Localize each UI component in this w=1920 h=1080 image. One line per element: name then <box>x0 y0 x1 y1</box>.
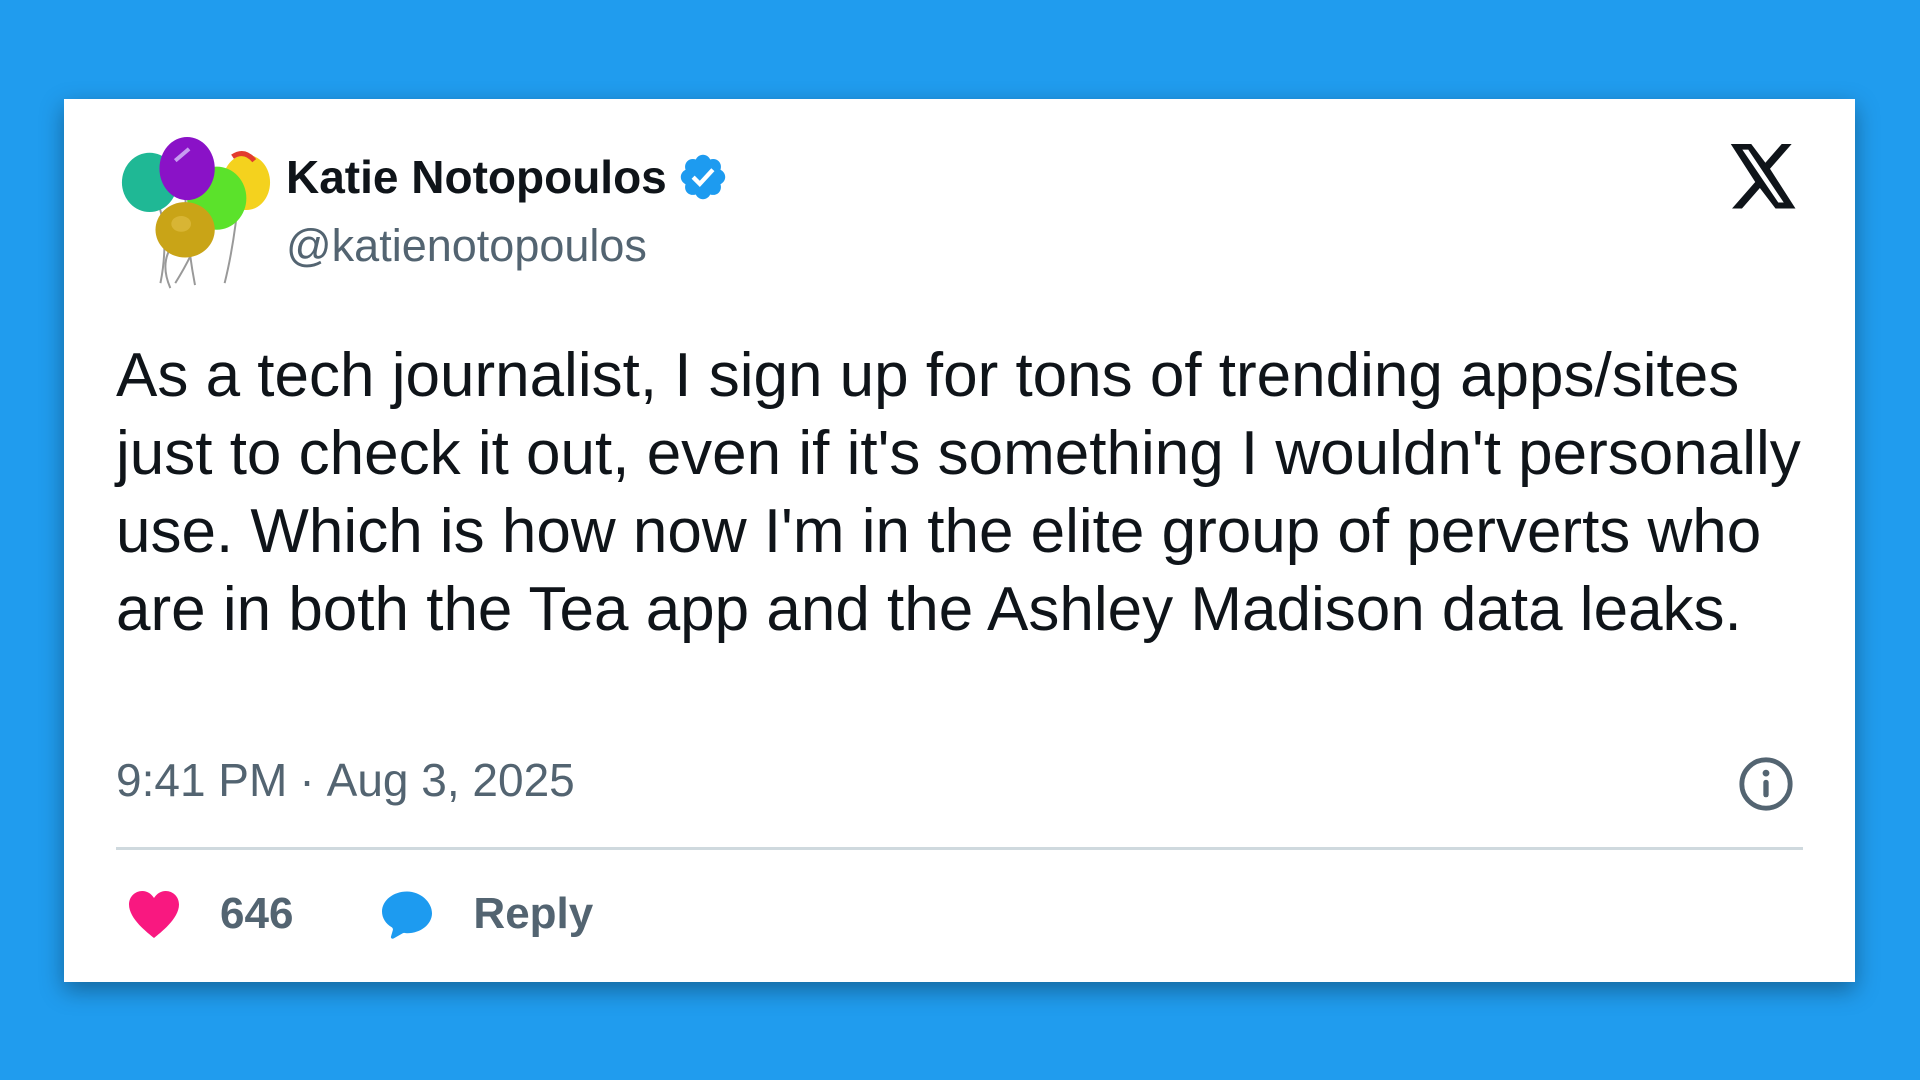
balloons-avatar-icon <box>121 136 271 289</box>
tweet-timestamp[interactable]: 9:41 PM · Aug 3, 2025 <box>116 757 575 803</box>
tweet-date[interactable]: Aug 3, 2025 <box>327 757 575 803</box>
reply-bubble-icon <box>382 891 433 939</box>
author-display-name[interactable]: Katie Notopoulos <box>286 154 667 200</box>
like-button[interactable]: 646 <box>124 884 293 944</box>
verified-badge-icon <box>680 154 725 200</box>
reply-label[interactable]: Reply <box>473 889 593 939</box>
tweet-text: As a tech journalist, I sign up for tons… <box>116 341 1801 644</box>
tweet-actions: 646 Reply <box>124 881 593 947</box>
timestamp-separator: · <box>299 754 315 806</box>
like-count[interactable]: 646 <box>220 889 293 939</box>
heart-icon <box>129 891 179 938</box>
tweet-time[interactable]: 9:41 PM <box>116 757 287 803</box>
author-handle[interactable]: @katienotopoulos <box>286 223 647 268</box>
divider <box>116 847 1803 850</box>
reply-button[interactable]: Reply <box>377 884 593 944</box>
tweet-card: Katie Notopoulos @katienotopoulos As a t… <box>64 99 1855 982</box>
author-avatar[interactable] <box>116 135 274 293</box>
info-icon[interactable] <box>1737 755 1795 813</box>
x-logo-icon[interactable] <box>1727 143 1799 211</box>
author-name-row[interactable]: Katie Notopoulos <box>286 151 729 203</box>
